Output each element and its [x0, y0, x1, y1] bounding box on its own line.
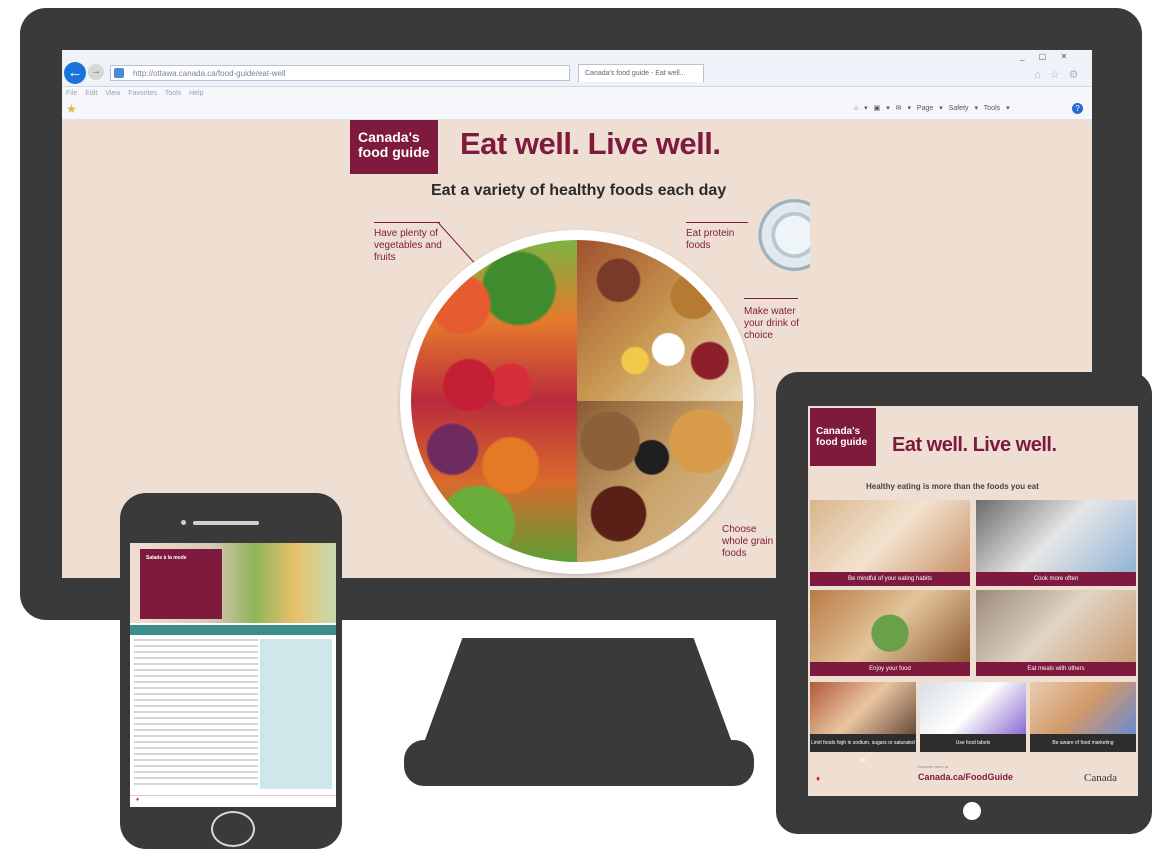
phone-footer — [130, 795, 336, 807]
footer-note: Discover more at — [918, 764, 949, 769]
phone-screen: Salade à la mode ♦ — [130, 543, 336, 807]
browser-tab[interactable]: Canada's food guide - Eat well... — [578, 64, 704, 82]
page-icon — [114, 68, 124, 78]
leader-line — [686, 222, 748, 223]
window-controls[interactable]: _ ▢ ✕ — [1020, 52, 1092, 64]
poster-subhead: Eat a variety of healthy foods each day — [431, 182, 727, 199]
card-image — [976, 590, 1136, 662]
help-icon[interactable]: ? — [1072, 103, 1083, 114]
phone-speaker — [193, 521, 259, 525]
tablet-food-guide-logo: Canada's food guide — [810, 408, 876, 466]
card-label: Use food labels — [920, 734, 1026, 752]
card-image — [810, 590, 970, 662]
card-label: Enjoy your food — [810, 662, 970, 676]
plate-food — [411, 240, 743, 562]
poster-headline: Eat well. Live well. — [460, 126, 721, 161]
favorites-star-icon[interactable]: ★ — [66, 102, 77, 116]
phone-home-button[interactable] — [211, 811, 255, 847]
tablet-screen: Canada's food guide Eat well. Live well.… — [808, 406, 1138, 796]
card-label: Cook more often — [976, 572, 1136, 586]
food-guide-logo: Canada's food guide — [350, 120, 438, 174]
address-bar[interactable]: http://ottawa.canada.ca/food-guide/eat-w… — [110, 65, 570, 81]
habit-card[interactable]: Be mindful of your eating habits — [810, 500, 970, 586]
vegetables-fruits-quarter — [411, 240, 577, 562]
tip-card[interactable]: Limit foods high in sodium, sugars or sa… — [810, 682, 916, 764]
card-image — [920, 682, 1026, 734]
water-glass-image — [758, 195, 810, 275]
recipe-tabs[interactable] — [130, 625, 336, 635]
menu-bar[interactable]: File Edit View Favorites Tools Help — [62, 87, 1092, 101]
canada-flag-icon: ♦ — [136, 797, 140, 803]
back-arrow-icon[interactable]: ← — [64, 62, 86, 84]
card-image — [810, 682, 916, 734]
leader-line — [744, 298, 798, 299]
command-bar-items[interactable]: ⌂ ▾ ▣ ▾ ✉ ▾ Page ▾ Safety ▾ Tools ▾ — [854, 104, 1010, 112]
card-image — [1030, 682, 1136, 734]
tablet-subhead: Healthy eating is more than the foods yo… — [866, 482, 1039, 491]
home-favorites-settings-icons[interactable]: ⌂ ☆ ⚙ — [1034, 68, 1092, 82]
card-label: Eat meals with others — [976, 662, 1136, 676]
phone-camera — [181, 520, 186, 525]
tip-card[interactable]: Be aware of food marketing — [1030, 682, 1136, 752]
card-label: Be aware of food marketing — [1030, 734, 1136, 752]
monitor-base — [404, 740, 754, 786]
forward-arrow-icon[interactable]: → — [88, 64, 104, 80]
canada-flag-icon: ♦ — [816, 774, 821, 783]
habit-card[interactable]: Eat meals with others — [976, 590, 1136, 676]
recipe-directions — [260, 639, 332, 789]
leader-line — [374, 222, 440, 223]
tablet-headline: Eat well. Live well. — [892, 434, 1057, 456]
canada-wordmark: Canada — [1084, 772, 1117, 784]
recipe-title: Salade à la mode — [140, 549, 222, 619]
card-image — [810, 500, 970, 572]
card-image — [976, 500, 1136, 572]
tablet-home-button[interactable] — [963, 802, 981, 820]
protein-foods-quarter — [577, 240, 743, 401]
water-note: Make water your drink of choice — [744, 306, 800, 341]
whole-grains-quarter — [577, 401, 743, 562]
recipe-ingredients — [134, 639, 258, 789]
card-label: Be mindful of your eating habits — [810, 572, 970, 586]
food-guide-url[interactable]: Canada.ca/FoodGuide — [918, 772, 1013, 782]
card-label: Limit foods high in sodium, sugars or sa… — [810, 734, 916, 764]
habit-card[interactable]: Enjoy your food — [810, 590, 970, 676]
habit-card[interactable]: Cook more often — [976, 500, 1136, 586]
tip-card[interactable]: Use food labels — [920, 682, 1026, 752]
